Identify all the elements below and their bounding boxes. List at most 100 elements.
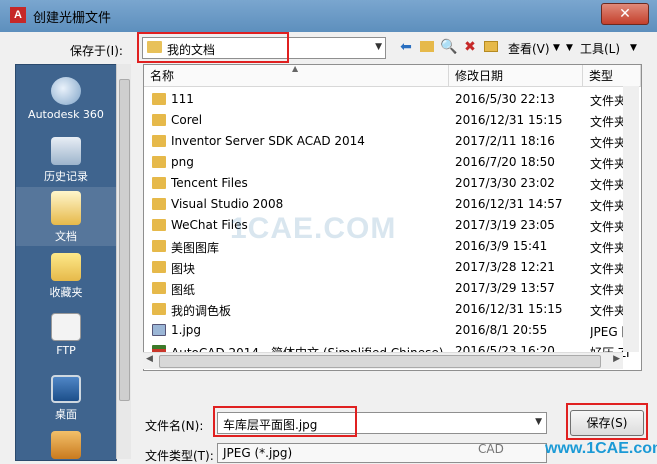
file-list-vertical-scrollbar[interactable]	[623, 86, 639, 352]
place-autodesk-360[interactable]: Autodesk 360	[16, 77, 116, 121]
ftp-icon	[51, 313, 81, 341]
place-label: 桌面	[55, 408, 77, 421]
file-name: Tencent Files	[171, 176, 248, 190]
file-date: 2017/3/28 12:21	[455, 260, 555, 274]
file-name: png	[171, 155, 194, 169]
title-bar: A 创建光栅文件 ✕	[0, 0, 657, 32]
sort-ascending-icon: ▲	[292, 64, 299, 73]
file-row[interactable]: Corel 2016/12/31 15:15 文件夹	[144, 110, 641, 131]
file-name: Corel	[171, 113, 203, 127]
briefcase-icon	[51, 431, 81, 459]
file-date: 2016/8/1 20:55	[455, 323, 548, 337]
file-row[interactable]: 1.jpg 2016/8/1 20:55 JPEG 图	[144, 320, 641, 341]
tools-chevron-down-icon[interactable]: ▼	[566, 43, 573, 53]
tools-menu-button[interactable]: 工具(L)	[580, 40, 620, 57]
view-menu-button[interactable]: 查看(V)	[508, 40, 550, 57]
window-title: 创建光栅文件	[33, 11, 112, 26]
file-name: 图块	[171, 262, 196, 276]
folder-icon	[152, 177, 166, 189]
place-desktop[interactable]: 桌面	[16, 375, 116, 422]
place-more[interactable]	[16, 431, 116, 462]
folder-icon	[152, 93, 166, 105]
folder-icon	[152, 114, 166, 126]
folder-icon	[152, 261, 166, 273]
places-sidebar: Autodesk 360 历史记录 文档 收藏夹 FTP 桌面	[15, 64, 117, 461]
back-arrow-icon[interactable]: ⬅	[397, 37, 415, 57]
folder-icon	[152, 135, 166, 147]
file-row[interactable]: 图块 2017/3/28 12:21 文件夹	[144, 257, 641, 278]
file-date: 2016/3/9 15:41	[455, 239, 548, 253]
file-row[interactable]: 111 2016/5/30 22:13 文件夹	[144, 89, 641, 110]
file-date: 2017/3/19 23:05	[455, 218, 555, 232]
image-file-icon	[152, 324, 166, 336]
file-row[interactable]: 我的调色板 2016/12/31 15:15 文件夹	[144, 299, 641, 320]
column-header-date[interactable]: 修改日期	[449, 65, 583, 87]
new-folder-icon[interactable]	[482, 37, 500, 57]
place-label: FTP	[56, 344, 76, 357]
folder-icon	[152, 219, 166, 231]
autocad-app-icon: A	[10, 7, 26, 23]
places-scrollbar-thumb[interactable]	[119, 79, 130, 401]
file-date: 2017/3/30 23:02	[455, 176, 555, 190]
folder-icon	[152, 282, 166, 294]
view-chevron-down-icon[interactable]: ▼	[553, 43, 560, 53]
file-date: 2016/12/31 14:57	[455, 197, 563, 211]
horizontal-scrollbar-thumb[interactable]	[159, 355, 601, 368]
close-button[interactable]: ✕	[601, 3, 649, 25]
file-date: 2016/7/20 18:50	[455, 155, 555, 169]
place-label: 文档	[55, 230, 77, 243]
file-name: 1.jpg	[171, 323, 202, 337]
place-favorites[interactable]: 收藏夹	[16, 253, 116, 300]
place-label: 历史记录	[44, 170, 88, 183]
filetype-value: JPEG (*.jpg)	[223, 446, 293, 460]
file-row[interactable]: 图纸 2017/3/29 13:57 文件夹	[144, 278, 641, 299]
file-date: 2016/12/31 15:15	[455, 113, 563, 127]
history-icon	[51, 137, 81, 165]
watermark-center: 1CAE.COM	[230, 212, 397, 245]
file-date: 2016/5/30 22:13	[455, 92, 555, 106]
watermark-brand: www.1CAE.com	[545, 440, 657, 457]
desktop-icon	[51, 375, 81, 403]
up-folder-icon[interactable]	[418, 37, 436, 57]
file-name: 图纸	[171, 283, 196, 297]
place-label: Autodesk 360	[28, 108, 104, 121]
folder-icon	[152, 240, 166, 252]
filetype-label: 文件类型(T):	[145, 449, 214, 463]
scroll-left-arrow-icon[interactable]: ◀	[146, 354, 153, 364]
file-name: 我的调色板	[171, 304, 232, 318]
tools-dropdown-chevron-icon[interactable]: ▼	[630, 43, 637, 53]
places-scrollbar[interactable]	[116, 64, 131, 459]
file-list-horizontal-scrollbar[interactable]: ◀ ▶	[143, 352, 623, 369]
place-documents[interactable]: 文档	[16, 187, 116, 246]
save-in-label: 保存于(I):	[70, 44, 123, 58]
watermark-cad: CAD	[478, 442, 504, 456]
search-web-icon[interactable]: 🔍	[440, 37, 458, 57]
file-name: Inventor Server SDK ACAD 2014	[171, 134, 365, 148]
cloud-icon	[51, 77, 81, 105]
column-header-type[interactable]: 类型	[583, 65, 641, 87]
file-name: Visual Studio 2008	[171, 197, 284, 211]
chevron-down-icon: ▼	[375, 42, 382, 52]
folder-icon	[152, 156, 166, 168]
favorites-icon	[51, 253, 81, 281]
file-row[interactable]: Tencent Files 2017/3/30 23:02 文件夹	[144, 173, 641, 194]
documents-icon	[51, 191, 81, 225]
file-date: 2016/12/31 15:15	[455, 302, 563, 316]
file-row[interactable]: png 2016/7/20 18:50 文件夹	[144, 152, 641, 173]
scroll-right-arrow-icon[interactable]: ▶	[613, 354, 620, 364]
filename-chevron-down-icon[interactable]: ▼	[535, 417, 542, 427]
delete-icon[interactable]: ✖	[461, 37, 479, 57]
highlight-box-filename	[213, 406, 357, 437]
file-date: 2017/3/29 13:57	[455, 281, 555, 295]
place-label: 收藏夹	[49, 286, 83, 299]
folder-icon	[152, 303, 166, 315]
place-history[interactable]: 历史记录	[16, 137, 116, 184]
highlight-box-save	[566, 403, 648, 440]
place-ftp[interactable]: FTP	[16, 313, 116, 357]
folder-icon	[152, 198, 166, 210]
column-header-name[interactable]: 名称 ▲	[144, 65, 449, 87]
filename-label: 文件名(N):	[145, 419, 204, 433]
file-name: 111	[171, 92, 194, 106]
file-row[interactable]: Inventor Server SDK ACAD 2014 2017/2/11 1…	[144, 131, 641, 152]
file-date: 2017/2/11 18:16	[455, 134, 555, 148]
